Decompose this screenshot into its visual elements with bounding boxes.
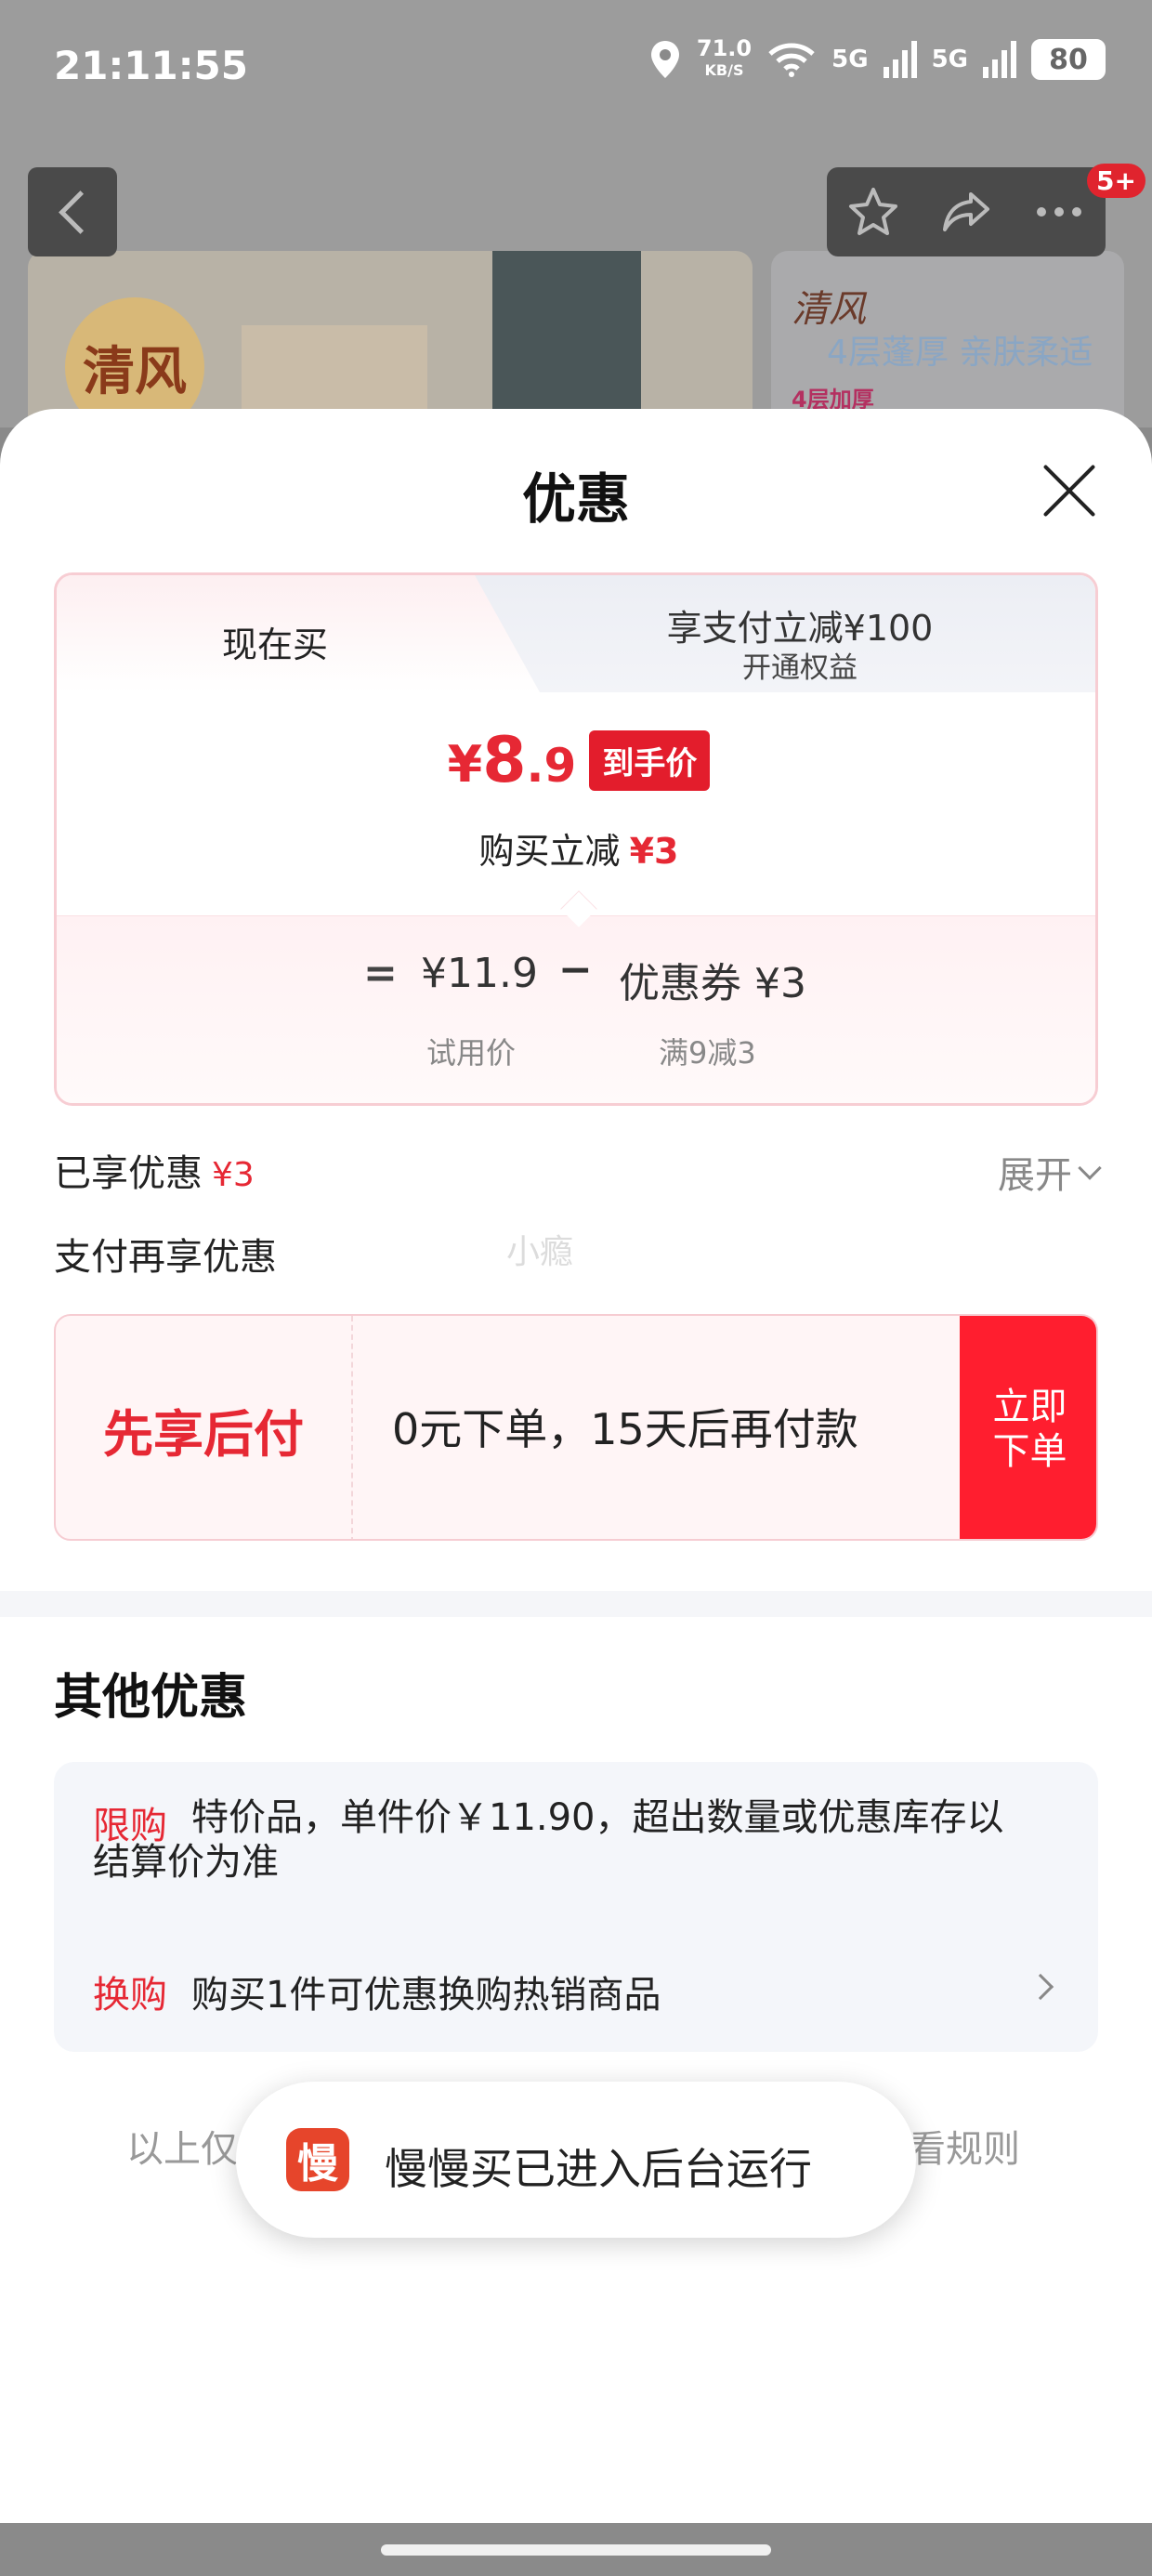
breakdown-equals: = [363,950,398,997]
signal-bars-icon-2 [983,41,1016,78]
bnpl-description: 0元下单，15天后再付款 [392,1404,858,1454]
rules-note: 以上仅 [126,2128,238,2171]
net-speed: 71.0 KB/S [697,37,752,82]
coupon-amount: 优惠券 ¥3 [619,960,806,1007]
tab-pay-discount-label: 享支付立减¥100 [666,608,934,649]
sheet-title: 优惠 [521,467,630,531]
top-action-group [827,167,1106,256]
bnpl-title: 先享后付 [56,1316,353,1539]
signal-bars-icon-1 [883,41,917,78]
thumb-tagline: 4层蓬厚 亲肤柔适 [827,334,1093,372]
home-indicator[interactable] [381,2544,771,2556]
tab-pay-discount-sub: 开通权益 [742,651,857,685]
enjoyed-discount: 已享优惠 ¥3 [54,1143,255,1197]
other-discounts-title: 其他优惠 [54,1670,248,1726]
location-icon [650,41,679,78]
limit-purchase-tag: 限购 [93,1805,167,1847]
navigation-bar [0,2524,1152,2576]
final-price-row: ¥ 8 .9 到手价 [57,724,1095,797]
coupon-condition: 满9减3 [659,1035,756,1071]
share-icon[interactable] [939,185,993,239]
wifi-icon [768,43,815,77]
price-card: 现在买 享支付立减¥100 开通权益 ¥ 8 .9 到手价 购买立减 ¥3 = ¥… [54,572,1098,1106]
price-decimal: .9 [526,739,577,793]
section-divider [0,1591,1152,1617]
price-breakdown: = ¥11.9 − 优惠券 ¥3 试用价 满9减3 [57,890,1095,1103]
final-price-badge: 到手价 [589,730,711,791]
toast-message: 慢慢买已进入后台运行 [385,2144,812,2194]
chevron-right-icon[interactable] [1027,1973,1054,2001]
net-speed-unit: KB/S [704,61,744,79]
signal-5g-label-2: 5G [931,46,968,73]
expand-button[interactable]: 展开 [998,1145,1102,1199]
purchase-reduction: 购买立减 ¥3 [57,822,1095,874]
status-icons: 71.0 KB/S 5G 5G 80 [648,37,1106,82]
order-now-button[interactable]: 立即下单 [960,1316,1096,1539]
trial-price: ¥11.9 [421,950,538,997]
favorite-star-icon[interactable] [846,185,900,239]
currency-symbol: ¥ [447,735,483,794]
app-icon: 慢 [286,2128,349,2191]
battery-icon: 80 [1031,39,1106,80]
swap-purchase-tag: 换购 [93,1974,167,2017]
notification-badge: 5+ [1087,164,1145,198]
reduction-label: 购买立减 [478,831,621,872]
other-discounts-box: 特价品，单件价￥11.90，超出数量或优惠库存以结算价为准 限购 换购 购买1件… [54,1762,1098,2052]
back-button[interactable] [28,167,117,256]
enjoyed-label: 已享优惠 [54,1152,203,1195]
pay-more-discount: 支付再享优惠 [54,1236,277,1279]
chevron-down-icon [1078,1156,1102,1180]
expand-label: 展开 [998,1154,1072,1197]
reduction-amount: ¥3 [629,831,679,872]
tab-buy-now-label: 现在买 [221,624,328,665]
watermark: 小瘾 [506,1233,574,1271]
status-bar: 21:11:55 71.0 KB/S 5G 5G 80 [0,0,1152,139]
final-price: ¥ 8 .9 [448,724,577,797]
breakdown-minus: − [558,946,593,993]
breakdown-notch [560,890,597,927]
price-integer: 8 [482,724,527,797]
status-time: 21:11:55 [54,43,248,88]
background-running-toast: 慢 慢慢买已进入后台运行 [236,2082,916,2238]
net-speed-value: 71.0 [696,35,753,61]
close-icon[interactable] [1039,459,1100,520]
view-rules-link[interactable]: 看规则 [909,2119,1020,2173]
enjoyed-amount: ¥3 [212,1156,255,1194]
limit-purchase-text: 特价品，单件价￥11.90，超出数量或优惠库存以结算价为准 [93,1796,1004,1884]
buy-now-pay-later-card[interactable]: 先享后付 0元下单，15天后再付款 立即下单 [54,1314,1098,1541]
trial-price-label: 试用价 [426,1035,517,1071]
swap-purchase-text[interactable]: 购买1件可优惠换购热销商品 [191,1965,661,2018]
signal-5g-label-1: 5G [831,46,869,73]
more-dots-icon[interactable] [1032,185,1086,239]
